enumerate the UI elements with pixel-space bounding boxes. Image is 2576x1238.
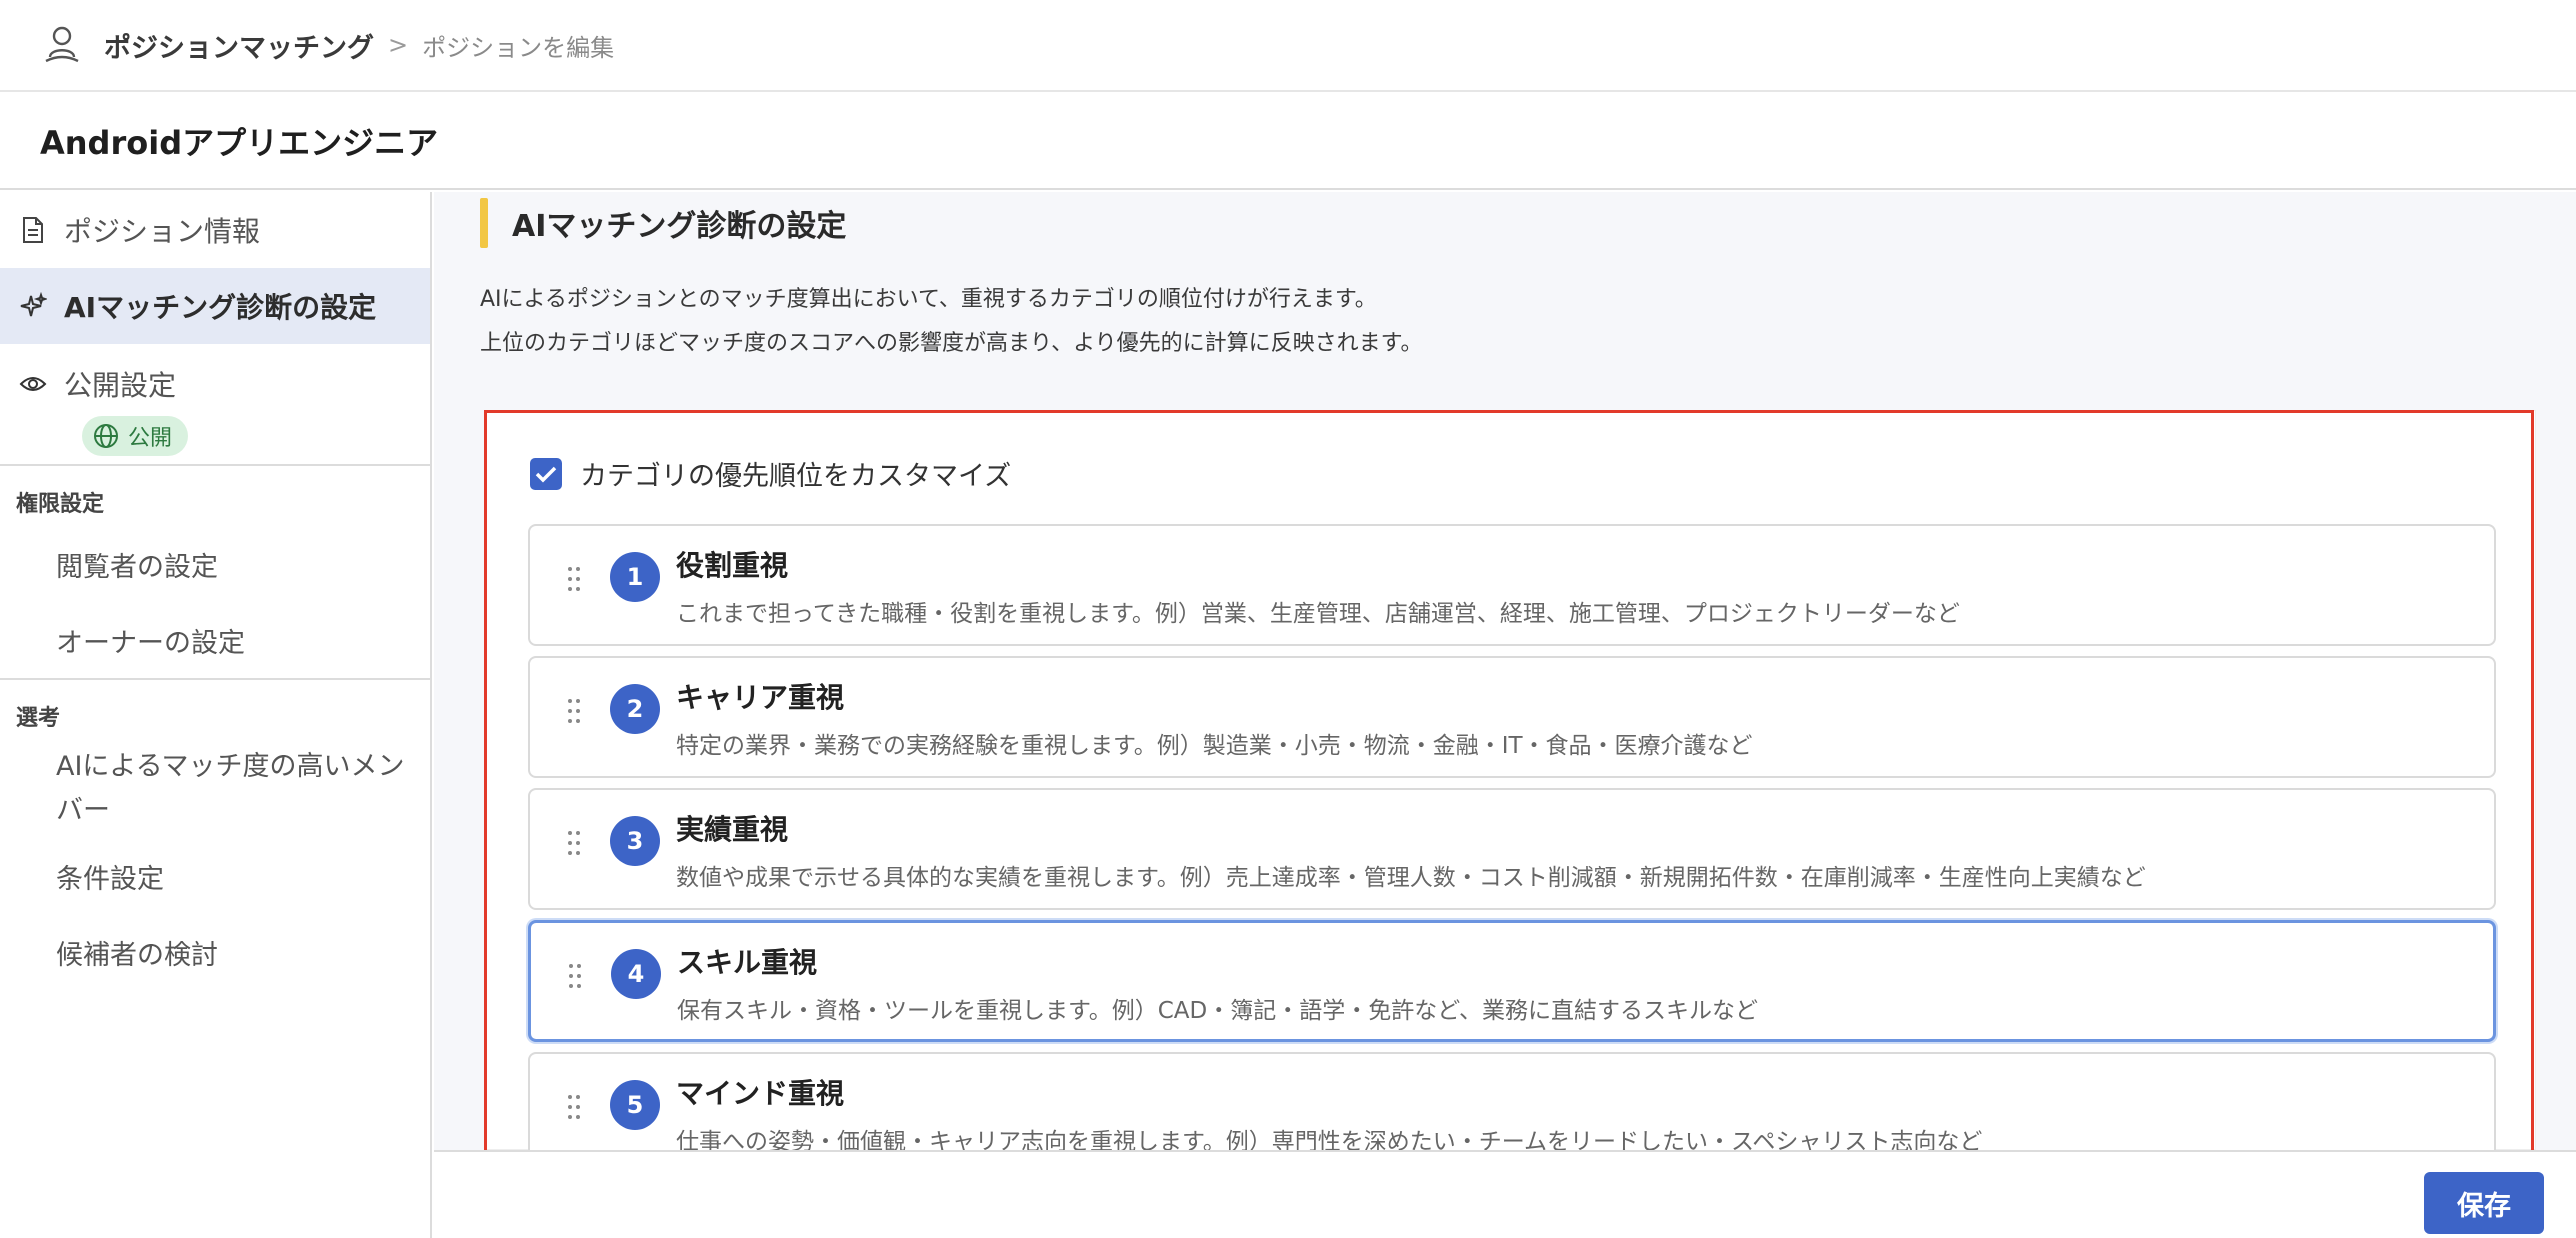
priority-number: 5 (610, 1080, 660, 1130)
priority-description: 数値や成果で示せる具体的な実績を重視します。例）売上達成率・管理人数・コスト削減… (676, 865, 2146, 891)
priority-description: 保有スキル・資格・ツールを重視します。例）CAD・簿記・語学・免許など、業務に直… (677, 998, 1759, 1024)
sidebar-item-ai-matching[interactable]: AIマッチング診断の設定 (0, 268, 430, 344)
customize-checkbox-label: カテゴリの優先順位をカスタマイズ (580, 461, 1012, 492)
status-badge-label: 公開 (128, 426, 173, 451)
priority-title: マインド重視 (676, 1077, 845, 1110)
section-accent-bar (480, 198, 488, 248)
sparkle-icon (18, 291, 48, 321)
priority-description: 仕事への姿勢・価値観・キャリア志向を重視します。例）専門性を深めたい・チームをリ… (676, 1129, 1983, 1150)
priority-description: 特定の業界・業務での実務経験を重視します。例）製造業・小売・物流・金融・IT・食… (676, 733, 1753, 759)
section-label-selection: 選考 (16, 706, 61, 731)
sidebar-item-publish-settings[interactable]: 公開設定 公開 (0, 344, 430, 464)
priority-item[interactable]: 5 マインド重視 仕事への姿勢・価値観・キャリア志向を重視します。例）専門性を深… (528, 1052, 2496, 1150)
footer-bar: 保存 (434, 1150, 2576, 1238)
sidebar-item-label: AIマッチング診断の設定 (64, 291, 377, 324)
status-badge: 公開 (82, 416, 189, 456)
sidebar-item-position-info[interactable]: ポジション情報 (0, 192, 430, 268)
section-header: AIマッチング診断の設定 (480, 196, 846, 250)
document-icon (18, 215, 48, 245)
sidebar-item-viewer-settings[interactable]: 閲覧者の設定 (0, 526, 430, 602)
priority-item[interactable]: 2 キャリア重視 特定の業界・業務での実務経験を重視します。例）製造業・小売・物… (528, 656, 2496, 778)
priority-title: キャリア重視 (676, 681, 845, 714)
page-title: Androidアプリエンジニア (40, 124, 439, 162)
priority-title: 実績重視 (676, 813, 789, 846)
breadcrumb-current: ポジションを編集 (422, 33, 615, 62)
sidebar-item-owner-settings[interactable]: オーナーの設定 (0, 602, 430, 678)
customize-checkbox-row[interactable]: カテゴリの優先順位をカスタマイズ (530, 454, 1011, 493)
sidebar-item-conditions[interactable]: 条件設定 (0, 838, 430, 914)
person-logo-icon (38, 21, 86, 69)
main-content: AIマッチング診断の設定 AIによるポジションとのマッチ度算出において、重視する… (434, 192, 2576, 1150)
save-button[interactable]: 保存 (2424, 1172, 2544, 1234)
drag-handle-icon[interactable] (566, 830, 582, 856)
priority-number: 2 (610, 684, 660, 734)
priority-description: これまで担ってきた職種・役割を重視します。例）営業、生産管理、店舗運営、経理、施… (676, 601, 1960, 627)
sidebar-item-label: ポジション情報 (64, 215, 261, 248)
priority-title: 役割重視 (676, 549, 789, 582)
section-description: AIによるポジションとのマッチ度算出において、重視するカテゴリの順位付けが行えま… (480, 278, 1422, 366)
priority-item[interactable]: 4 スキル重視 保有スキル・資格・ツールを重視します。例）CAD・簿記・語学・免… (528, 920, 2496, 1042)
drag-handle-icon[interactable] (567, 963, 583, 989)
sidebar-item-label: 公開設定 (64, 369, 177, 402)
drag-handle-icon[interactable] (566, 698, 582, 724)
eye-icon (18, 369, 48, 399)
priority-item[interactable]: 3 実績重視 数値や成果で示せる具体的な実績を重視します。例）売上達成率・管理人… (528, 788, 2496, 910)
position-header: Androidアプリエンジニア (0, 94, 2576, 190)
drag-handle-icon[interactable] (566, 1094, 582, 1120)
section-label-permissions: 権限設定 (16, 492, 105, 517)
description-line-2: 上位のカテゴリほどマッチ度のスコアへの影響度が高まり、より優先的に計算に反映され… (480, 331, 1423, 356)
top-bar: ポジションマッチング > ポジションを編集 (0, 0, 2576, 92)
sidebar-item-ai-match-members[interactable]: AIによるマッチ度の高いメンバー (0, 740, 430, 838)
priority-number: 4 (611, 949, 661, 999)
priority-number: 3 (610, 816, 660, 866)
section-title: AIマッチング診断の設定 (512, 209, 847, 244)
priority-number: 1 (610, 552, 660, 602)
priority-title: スキル重視 (677, 946, 818, 979)
sidebar-item-candidate-review[interactable]: 候補者の検討 (0, 914, 430, 990)
description-line-1: AIによるポジションとのマッチ度算出において、重視するカテゴリの順位付けが行えま… (480, 287, 1377, 312)
priority-item[interactable]: 1 役割重視 これまで担ってきた職種・役割を重視します。例）営業、生産管理、店舗… (528, 524, 2496, 646)
customize-checkbox[interactable] (530, 457, 562, 490)
app-title[interactable]: ポジションマッチング (104, 26, 374, 65)
drag-handle-icon[interactable] (566, 566, 582, 592)
sidebar: ポジション情報 AIマッチング診断の設定 公開設定 公開 権限設定 閲覧者の設定… (0, 192, 432, 1238)
breadcrumb-chevron-icon: > (388, 31, 409, 59)
globe-icon (92, 422, 120, 450)
